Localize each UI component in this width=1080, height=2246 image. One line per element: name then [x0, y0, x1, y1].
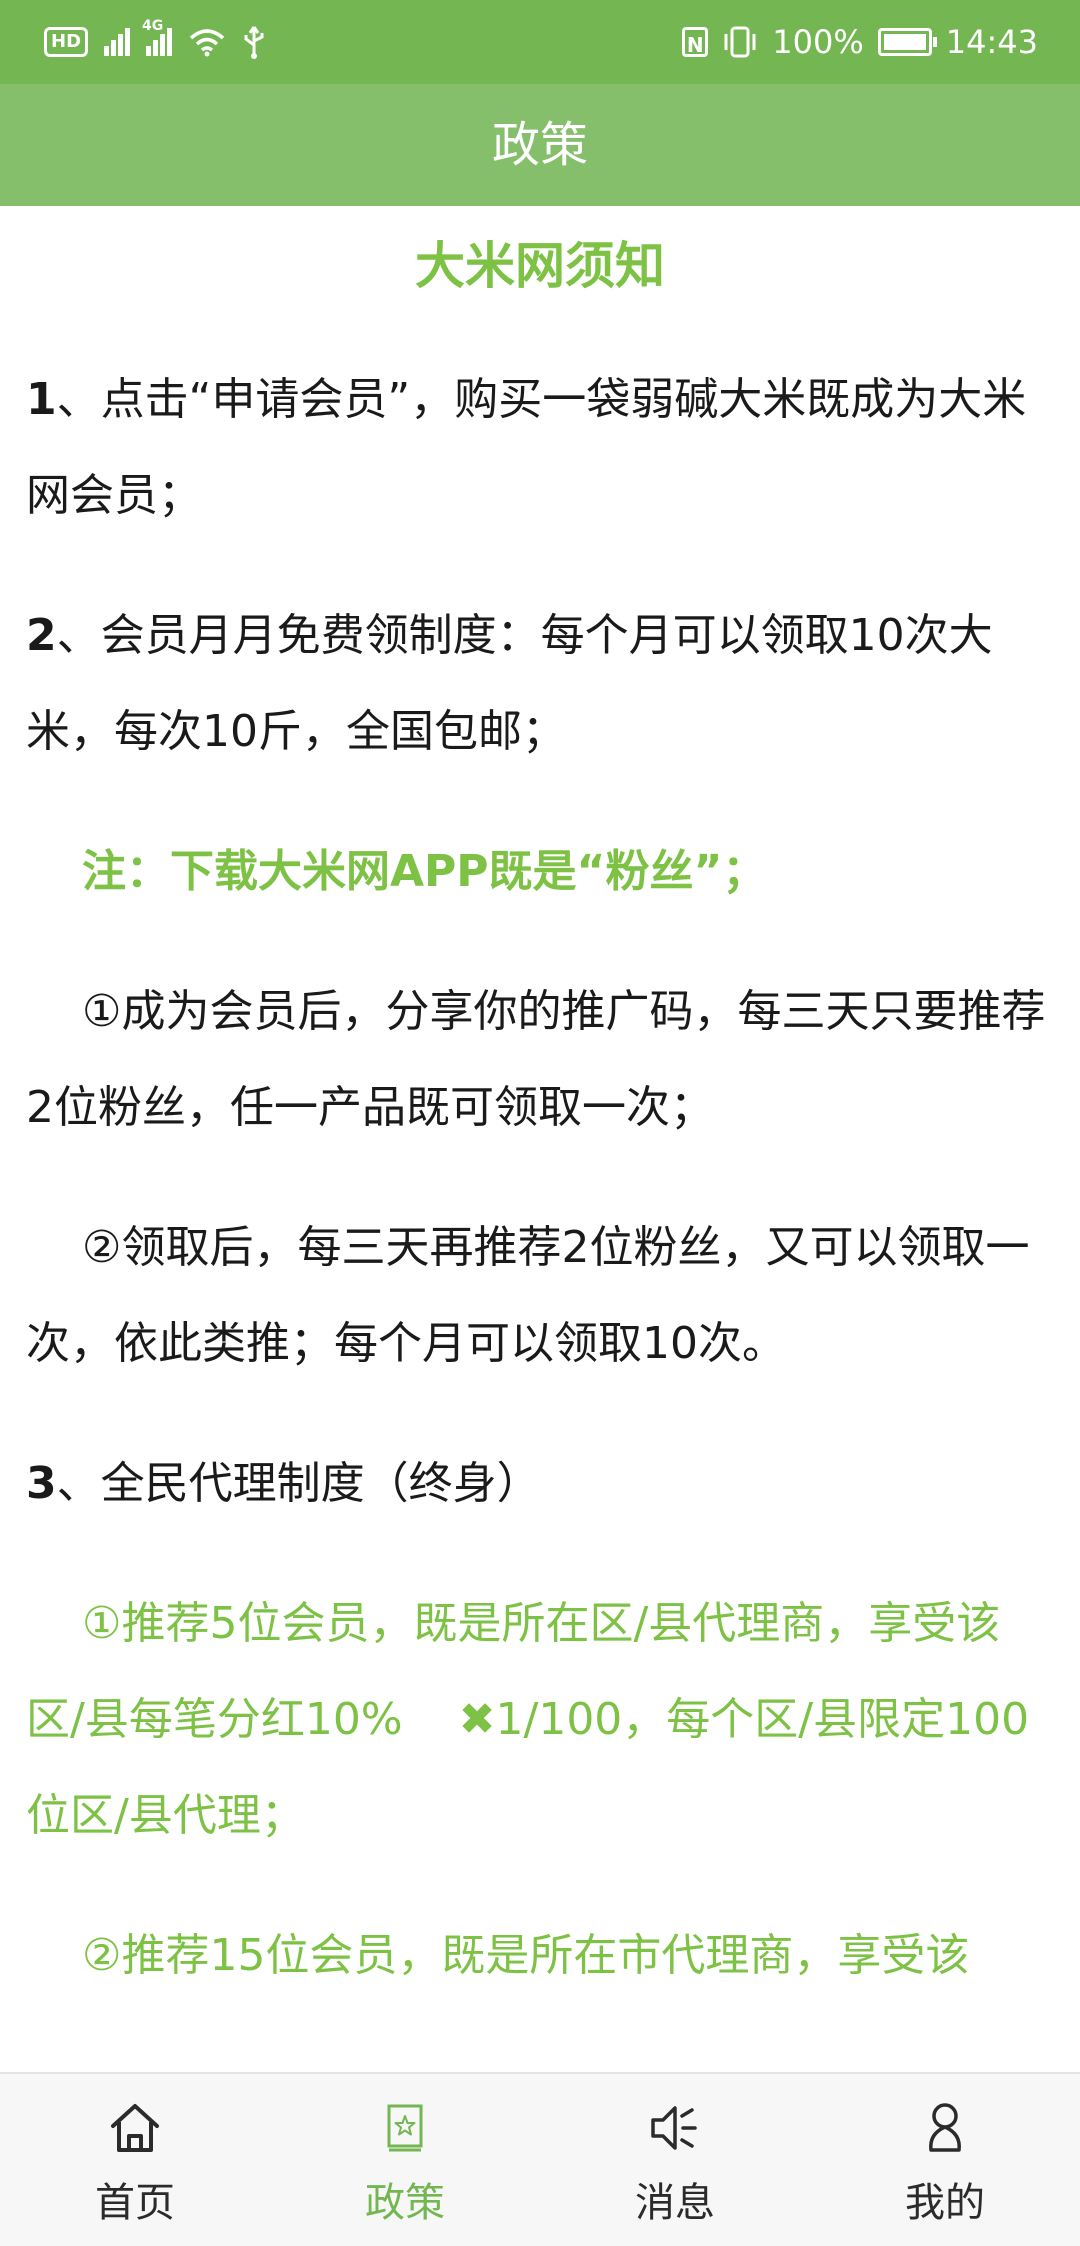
wifi-icon	[189, 29, 225, 57]
nav-messages[interactable]: 消息	[540, 2074, 810, 2246]
paragraph-3: 3、全民代理制度（终身）	[26, 1436, 1054, 1532]
paragraph-3-item-2: ②推荐15位会员，既是所在市代理商，享受该	[82, 1930, 970, 1981]
policy-icon	[387, 2104, 423, 2152]
vibrate-icon	[724, 26, 756, 58]
bottom-navigation: 首页 政策 消息 我的	[0, 2072, 1080, 2246]
paragraph-1-text: 、点击“申请会员”，购买一袋弱碱大米既成为大米网会员；	[26, 374, 1027, 521]
paragraph-2-item-2: ②领取后，每三天再推荐2位粉丝，又可以领取一次，依此类推；每个月可以领取10次。	[26, 1222, 1030, 1369]
nav-profile[interactable]: 我的	[810, 2074, 1080, 2246]
battery-level	[883, 34, 926, 50]
paragraph-3-item-1: ①推荐5位会员，既是所在区/县代理商，享受该区/县每笔分红10% ✖1/100，每…	[26, 1576, 1054, 1864]
network-type-label: 4G	[142, 18, 164, 34]
nav-home[interactable]: 首页	[0, 2074, 270, 2246]
paragraph-2: 2、会员月月免费领制度：每个月可以领取10次大米，每次10斤，全国包邮；	[26, 588, 1054, 780]
user-icon	[929, 2103, 961, 2152]
battery-percent: 100%	[772, 23, 864, 61]
paragraph-1: 1、点击“申请会员”，购买一袋弱碱大米既成为大米网会员；	[26, 352, 1054, 544]
paragraph-2-item-1: ①成为会员后，分享你的推广码，每三天只要推荐2位粉丝，任一产品既可领取一次；	[26, 986, 1046, 1133]
page-title: 政策	[0, 84, 1080, 206]
battery-icon	[877, 28, 937, 56]
fan-note: 注：下载大米网APP既是“粉丝”；	[82, 846, 767, 897]
article-title: 大米网须知	[415, 237, 665, 295]
home-icon	[111, 2104, 159, 2152]
paragraph-1-number: 1	[26, 374, 57, 425]
nav-home-label: 首页	[95, 2180, 175, 2226]
hd-badge: HD	[44, 27, 89, 57]
paragraph-3-number: 3	[26, 1458, 57, 1509]
usb-icon	[244, 26, 264, 59]
status-left-icons: HD 4G	[44, 18, 266, 62]
multiply-icon: ✖	[458, 1694, 496, 1745]
policy-content[interactable]: 大米网须知 1、点击“申请会员”，购买一袋弱碱大米既成为大米网会员； 2、会员月…	[26, 206, 1054, 2072]
status-right-icons: N 100% 14:43	[682, 20, 1038, 64]
speaker-icon	[651, 2106, 697, 2150]
paragraph-2-text: 、会员月月免费领制度：每个月可以领取10次大米，每次10斤，全国包邮；	[26, 610, 993, 757]
nav-messages-label: 消息	[635, 2180, 715, 2226]
4g-signal-icon: 4G	[142, 18, 173, 56]
paragraph-3-text: 、全民代理制度（终身）	[56, 1458, 541, 1509]
nav-profile-label: 我的	[905, 2180, 985, 2226]
nav-policy-label: 政策	[365, 2180, 445, 2226]
signal-strength-icon	[104, 28, 131, 56]
status-bar: HD 4G N 100% 14:43	[0, 0, 1080, 84]
nfc-icon: N	[682, 27, 709, 57]
nav-policy[interactable]: 政策	[270, 2074, 540, 2246]
paragraph-2-number: 2	[26, 610, 57, 661]
clock: 14:43	[945, 23, 1038, 61]
